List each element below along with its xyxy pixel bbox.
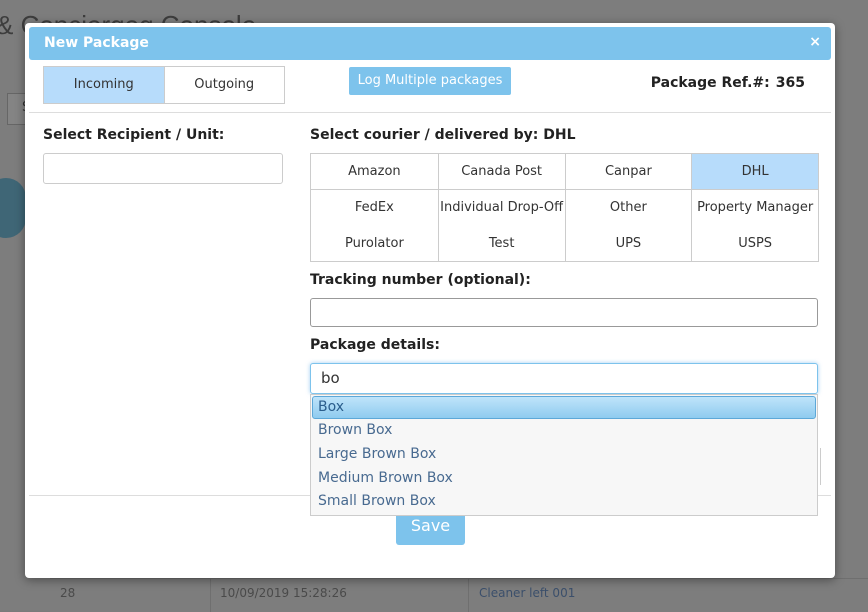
tracking-label: Tracking number (optional):: [310, 272, 531, 288]
recipient-input[interactable]: [43, 153, 283, 184]
log-multiple-packages-button[interactable]: Log Multiple packages: [349, 67, 511, 95]
courier-option-usps[interactable]: USPS: [691, 225, 818, 261]
package-ref: Package Ref.#: 365: [651, 75, 805, 91]
background-avatar: [0, 178, 26, 238]
background-row-datetime: 10/09/2019 15:28:26: [220, 586, 347, 600]
courier-option-amazon[interactable]: Amazon: [311, 154, 438, 190]
package-details-suggestions: Box Brown Box Large Brown Box Medium Bro…: [310, 394, 818, 516]
suggestion-item[interactable]: Medium Brown Box: [311, 467, 817, 491]
obscured-field-edge: [818, 448, 821, 485]
suggestion-item[interactable]: Brown Box: [311, 419, 817, 443]
courier-label: Select courier / delivered by: DHL: [310, 127, 576, 143]
suggestion-item[interactable]: Large Brown Box: [311, 443, 817, 467]
courier-option-ups[interactable]: UPS: [564, 225, 692, 261]
background-row-id: 28: [60, 586, 76, 600]
package-details-input[interactable]: bo: [310, 363, 818, 394]
courier-option-individual-drop-off[interactable]: Individual Drop-Off: [437, 189, 565, 226]
background-column-divider: [210, 579, 211, 612]
background-row-note: Cleaner left 001: [479, 586, 576, 600]
package-details-label: Package details:: [310, 337, 440, 353]
modal-title: New Package: [44, 35, 149, 51]
courier-selected-text: DHL: [543, 127, 576, 143]
courier-option-property-manager[interactable]: Property Manager: [691, 189, 818, 226]
outgoing-tab[interactable]: Outgoing: [163, 67, 284, 103]
new-package-modal: New Package × Incoming Outgoing Log Mult…: [25, 23, 835, 578]
background-table-row: 28 10/09/2019 15:28:26 Cleaner left 001: [50, 578, 868, 612]
package-ref-label: Package Ref.#:: [650, 75, 770, 91]
modal-header: New Package ×: [29, 27, 831, 60]
close-icon[interactable]: ×: [809, 34, 821, 50]
courier-option-canada-post[interactable]: Canada Post: [437, 154, 565, 190]
courier-label-text: Select courier / delivered by:: [310, 127, 539, 143]
background-column-divider: [468, 579, 469, 612]
tracking-number-input[interactable]: [310, 298, 818, 327]
incoming-tab[interactable]: Incoming: [44, 67, 164, 103]
suggestion-item[interactable]: Box: [312, 396, 816, 419]
suggestion-item[interactable]: Small Brown Box: [311, 490, 817, 514]
courier-option-canpar[interactable]: Canpar: [564, 154, 692, 190]
courier-grid: Amazon Canada Post Canpar DHL FedEx Indi…: [310, 153, 819, 262]
courier-option-fedex[interactable]: FedEx: [311, 190, 438, 226]
package-ref-value: 365: [775, 75, 805, 91]
recipient-label: Select Recipient / Unit:: [43, 127, 225, 143]
courier-option-purolator[interactable]: Purolator: [311, 225, 438, 261]
direction-toggle: Incoming Outgoing: [43, 66, 285, 104]
header-divider: [29, 112, 831, 113]
courier-option-test[interactable]: Test: [437, 225, 565, 261]
courier-option-other[interactable]: Other: [564, 189, 692, 226]
courier-option-dhl[interactable]: DHL: [691, 154, 818, 190]
